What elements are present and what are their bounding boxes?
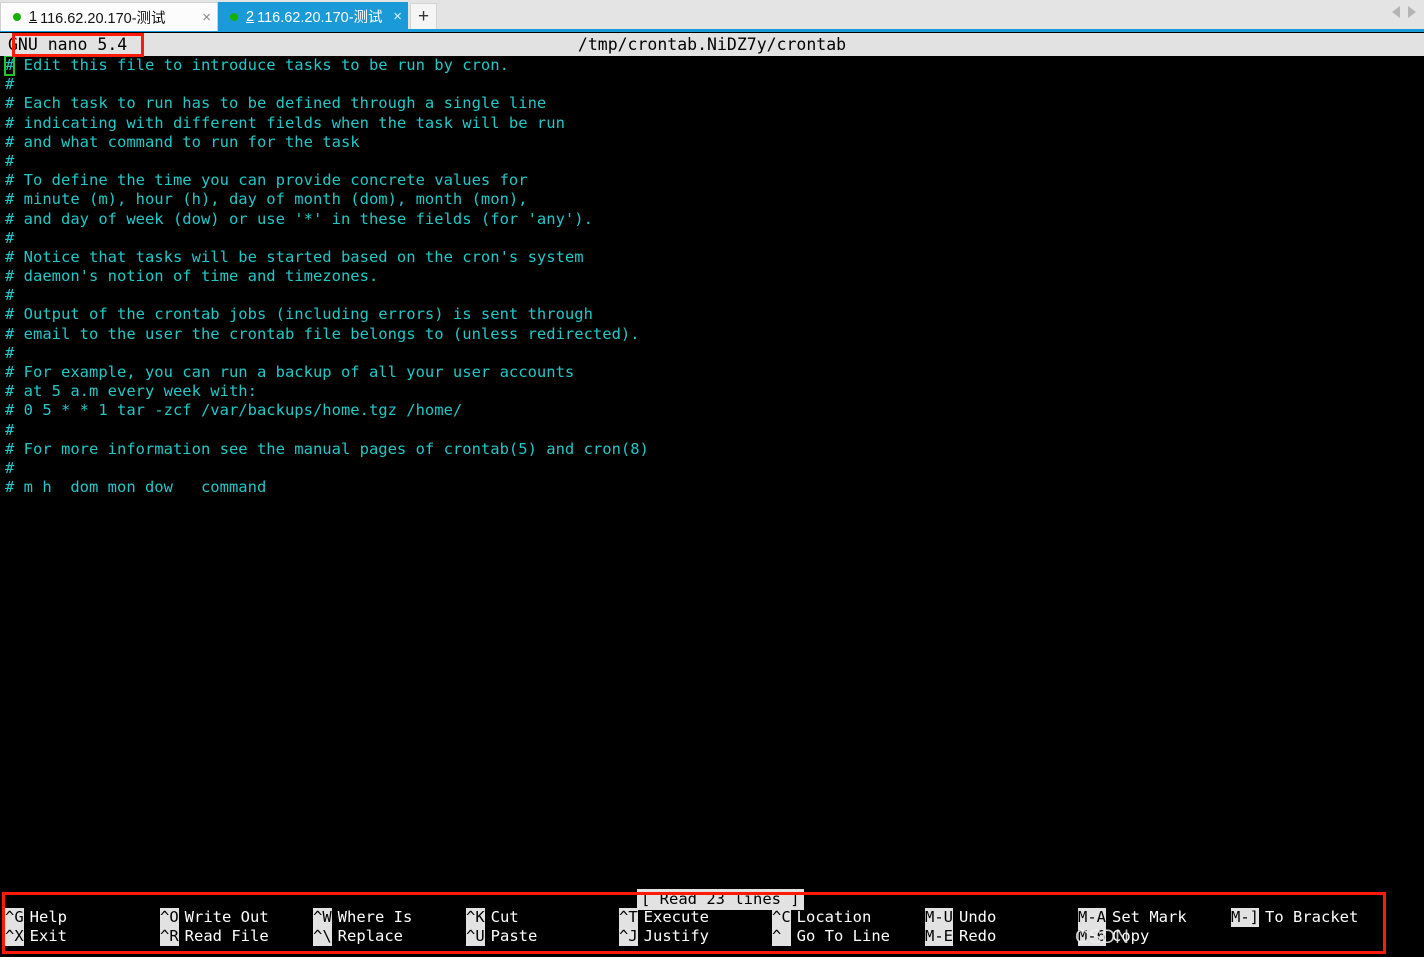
editor-line: # m h dom mon dow command: [5, 478, 267, 497]
shortcut-key: ^O: [160, 908, 179, 928]
editor-line: # and what command to run for the task: [5, 132, 360, 151]
shortcut-where-is[interactable]: ^W Where Is: [313, 908, 413, 928]
shortcut-key: ^K: [466, 908, 485, 928]
shortcut-undo[interactable]: M-U Undo: [925, 908, 997, 928]
shortcut-key: ^W: [313, 908, 332, 928]
shortcut-replace[interactable]: ^\ Replace: [313, 927, 403, 947]
editor-line: # and day of week (dow) or use '*' in th…: [5, 209, 593, 228]
shortcut-redo[interactable]: M-E Redo: [925, 927, 997, 947]
tab-number: 2: [246, 8, 255, 25]
terminal-window: 1 116.62.20.170-测试 × 2 116.62.20.170-测试 …: [0, 0, 1424, 957]
shortcut-key: ^J: [619, 927, 638, 947]
shortcut-row-2: ^X Exit ^R Read File ^\ Replace ^U Paste ^J Justi…: [0, 927, 1424, 947]
tab-label: 116.62.20.170-测试: [257, 10, 383, 26]
shortcut-write-out[interactable]: ^O Write Out: [160, 908, 269, 928]
editor-line: #: [5, 286, 15, 305]
connected-dot-icon: [230, 12, 238, 21]
text-cursor: #: [3, 56, 16, 77]
editor-line: # Edit this file to introduce tasks to b…: [3, 56, 509, 77]
shortcut-label: Read File: [184, 927, 269, 946]
shortcut-justify[interactable]: ^J Justify: [619, 927, 709, 947]
editor-line: # indicating with different fields when …: [5, 113, 565, 132]
shortcut-key: ^G: [5, 908, 24, 928]
shortcut-label: Go To Line: [796, 927, 890, 946]
shortcut-label: Replace: [337, 927, 403, 946]
shortcut-exit[interactable]: ^X Exit: [5, 927, 67, 947]
shortcut-label: Write Out: [184, 908, 269, 926]
shortcut-label: Help: [29, 908, 67, 926]
tab-session-1[interactable]: 1 116.62.20.170-测试 ×: [0, 2, 218, 31]
nano-editor-area[interactable]: # Edit this file to introduce tasks to b…: [0, 56, 1424, 898]
editor-line: # Notice that tasks will be started base…: [5, 247, 584, 266]
editor-line: # Output of the crontab jobs (including …: [5, 305, 593, 324]
shortcut-label: Copy: [1112, 927, 1150, 946]
new-tab-button[interactable]: +: [410, 3, 437, 30]
shortcut-go-to-line[interactable]: ^ Go To Line: [772, 927, 890, 947]
editor-line: #: [5, 420, 15, 439]
shortcut-key: M-]: [1231, 908, 1259, 928]
editor-line: #: [5, 75, 15, 94]
shortcut-label: Justify: [643, 927, 709, 946]
shortcut-copy[interactable]: M-6 Copy: [1078, 927, 1150, 947]
chevron-right-icon[interactable]: [1408, 6, 1416, 18]
close-icon[interactable]: ×: [202, 10, 211, 25]
shortcut-key: ^T: [619, 908, 638, 928]
shortcut-key: ^U: [466, 927, 485, 947]
editor-line: #: [5, 151, 15, 170]
shortcut-cut[interactable]: ^K Cut: [466, 908, 519, 928]
shortcut-label: To Bracket: [1265, 908, 1359, 926]
shortcut-label: Redo: [959, 927, 997, 946]
shortcut-key: M-A: [1078, 908, 1106, 928]
shortcut-row-1: ^G Help ^O Write Out ^W Where Is ^K Cut ^T Execut…: [0, 908, 1424, 928]
shortcut-label: Execute: [643, 908, 709, 926]
editor-line: # daemon's notion of time and timezones.: [5, 267, 379, 286]
shortcut-key: M-U: [925, 908, 953, 928]
editor-line: #: [5, 458, 15, 477]
shortcut-label: Cut: [490, 908, 519, 926]
nano-shortcut-bar: ^G Help ^O Write Out ^W Where Is ^K Cut ^T Execut…: [0, 908, 1424, 952]
editor-line: # For example, you can run a backup of a…: [5, 363, 575, 381]
editor-line: # email to the user the crontab file bel…: [5, 324, 640, 343]
shortcut-paste[interactable]: ^U Paste: [466, 927, 538, 947]
nano-title-bar: GNU nano 5.4 /tmp/crontab.NiDZ7y/crontab: [0, 33, 1424, 56]
editor-line: # Each task to run has to be defined thr…: [5, 94, 547, 113]
connected-dot-icon: [13, 13, 21, 21]
editor-line: #: [5, 343, 15, 362]
tab-label: 116.62.20.170-测试: [40, 10, 166, 27]
editor-line: # To define the time you can provide con…: [5, 171, 528, 190]
shortcut-key: ^R: [160, 927, 179, 947]
shortcut-label: Paste: [490, 927, 538, 946]
shortcut-key: ^C: [772, 908, 791, 928]
shortcut-key: ^\: [313, 927, 332, 947]
tab-session-2[interactable]: 2 116.62.20.170-测试 ×: [218, 2, 408, 31]
shortcut-key: M-6: [1078, 927, 1106, 947]
shortcut-key: M-E: [925, 927, 953, 947]
close-icon[interactable]: ×: [393, 9, 402, 24]
shortcut-label: Where Is: [337, 908, 413, 926]
editor-line: #: [5, 228, 15, 247]
shortcut-key: ^: [772, 927, 791, 947]
shortcut-label: Set Mark: [1112, 908, 1187, 926]
chevron-left-icon[interactable]: [1392, 6, 1400, 18]
shortcut-label: Undo: [959, 908, 997, 926]
shortcut-to-bracket[interactable]: M-] To Bracket: [1231, 908, 1359, 928]
nano-status-message: [ Read 23 lines ]: [637, 889, 804, 910]
shortcut-execute[interactable]: ^T Execute: [619, 908, 709, 928]
shortcut-key: ^X: [5, 927, 24, 947]
editor-line: # For more information see the manual pa…: [5, 439, 649, 458]
shortcut-read-file[interactable]: ^R Read File: [160, 927, 269, 947]
nano-file-path: /tmp/crontab.NiDZ7y/crontab: [577, 35, 847, 54]
editor-line: # minute (m), hour (h), day of month (do…: [5, 190, 528, 209]
shortcut-help[interactable]: ^G Help: [5, 908, 67, 928]
tab-bar: 1 116.62.20.170-测试 × 2 116.62.20.170-测试 …: [0, 0, 1424, 32]
editor-line: # 0 5 * * 1 tar -zcf /var/backups/home.t…: [5, 401, 463, 420]
shortcut-label: Exit: [29, 927, 67, 946]
editor-line: # at 5 a.m every week with:: [5, 382, 257, 401]
shortcut-location[interactable]: ^C Location: [772, 908, 872, 928]
tab-nav-controls: [1392, 6, 1416, 18]
shortcut-set-mark[interactable]: M-A Set Mark: [1078, 908, 1187, 928]
tab-number: 1: [29, 9, 38, 25]
shortcut-label: Location: [796, 908, 872, 926]
